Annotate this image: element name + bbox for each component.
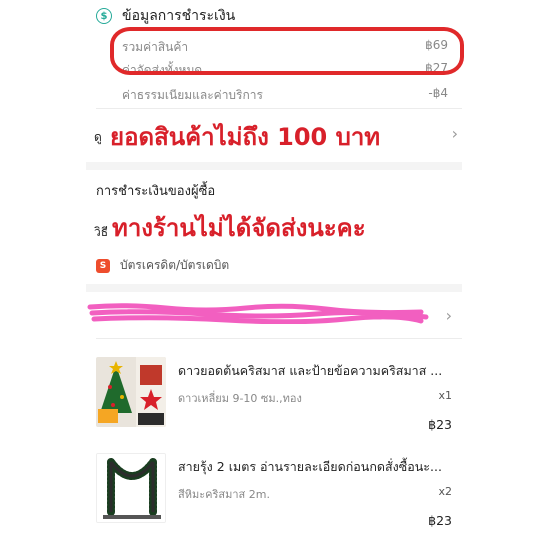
- section-divider: [86, 162, 462, 170]
- divider-3: [96, 338, 462, 339]
- product-price: ฿23: [428, 513, 452, 528]
- payment-method-card[interactable]: S บัตรเครดิต/บัตรเดบิต: [96, 256, 229, 275]
- order-detail-screen: $ ข้อมูลการชำระเงิน รวมค่าสินค้า ฿69 ค่า…: [0, 0, 549, 549]
- fees-value: -฿4: [428, 86, 448, 100]
- product-price: ฿23: [428, 417, 452, 432]
- product-quantity: x2: [438, 485, 452, 498]
- fees-label: ค่าธรรมเนียมและค่าบริการ: [122, 88, 263, 102]
- card-label: บัตรเครดิต/บัตรเดบิต: [120, 258, 230, 272]
- payment-info-title: ข้อมูลการชำระเงิน: [122, 8, 236, 24]
- chevron-right-icon[interactable]: ›: [452, 124, 458, 143]
- product-thumbnail-tinsel: [96, 453, 166, 523]
- product-name: ดาวยอดต้นคริสมาส และป้ายข้อความคริสมาส .…: [178, 363, 443, 378]
- section-divider-2: [86, 284, 462, 292]
- shop-chevron-icon[interactable]: ›: [446, 306, 452, 325]
- fees-row: ค่าธรรมเนียมและค่าบริการ -฿4: [122, 86, 448, 105]
- product-variant: สีหิมะคริสมาส 2m.: [178, 488, 270, 501]
- product-item[interactable]: ดาวยอดต้นคริสมาส และป้ายข้อความคริสมาส .…: [96, 357, 456, 433]
- product-thumbnail-star: [96, 357, 166, 427]
- card-shield-icon: S: [96, 258, 110, 273]
- payment-method-title: การชำระเงินของผู้ซื้อ: [96, 184, 216, 199]
- product-name: สายรุ้ง 2 เมตร อ่านรายละเอียดก่อนกดสั่งซ…: [178, 459, 442, 474]
- annotation-prefix-2: วิธี: [94, 225, 109, 239]
- product-variant: ดาวเหลี่ยม 9-10 ซม.,ทอง: [178, 392, 302, 405]
- annotation-text-2: ทางร้านไม่ได้จัดส่งนะคะ: [112, 214, 366, 242]
- product-quantity: x1: [438, 389, 452, 402]
- annotation-prefix-1: ดู: [94, 130, 102, 144]
- product-item[interactable]: สายรุ้ง 2 เมตร อ่านรายละเอียดก่อนกดสั่งซ…: [96, 453, 456, 529]
- dollar-icon: $: [96, 8, 112, 24]
- pink-redaction-scribble: [87, 303, 429, 324]
- divider: [96, 108, 462, 109]
- order-detail-panel: $ ข้อมูลการชำระเงิน รวมค่าสินค้า ฿69 ค่า…: [86, 0, 464, 549]
- annotation-text-1: ยอดสินค้าไม่ถึง 100 บาท: [110, 123, 381, 151]
- payment-info-header: $ ข้อมูลการชำระเงิน: [96, 4, 235, 28]
- red-highlight-circle: [110, 27, 464, 75]
